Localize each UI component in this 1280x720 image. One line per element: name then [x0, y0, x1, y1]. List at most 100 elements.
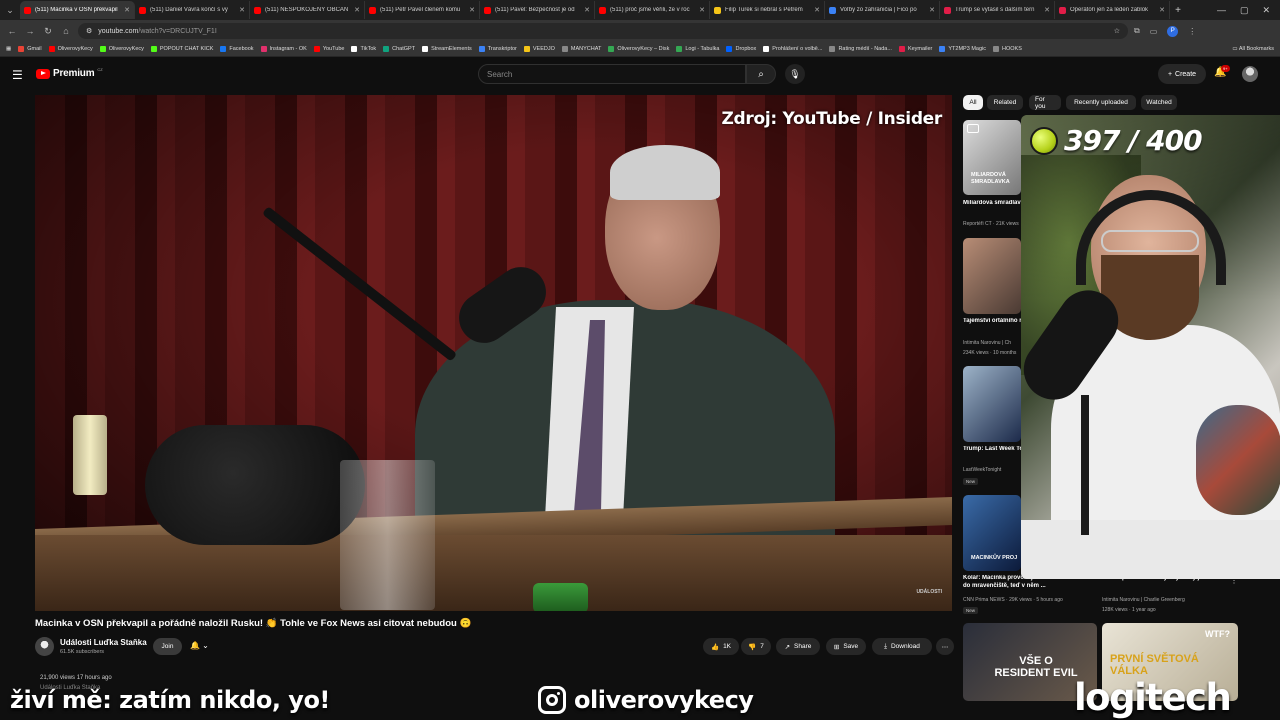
subscription-bell-icon[interactable]: 🔔 ⌄	[190, 641, 209, 650]
bookmark-item[interactable]: Logi - Tabulka	[676, 46, 719, 52]
bookmark-item[interactable]: OliverovyKecy – Disk	[608, 46, 669, 52]
bookmark-label: StreamElements	[431, 46, 472, 52]
bookmark-item[interactable]: Transkriptor	[478, 46, 517, 52]
browser-tab-strip: ⌄ (511) Macinka v OSN překvapil ✕ (511) Da…	[0, 0, 1280, 20]
tab-close-icon[interactable]: ✕	[354, 6, 360, 14]
bookmark-item[interactable]: Keymailer	[898, 46, 932, 52]
bookmark-item[interactable]: Facebook	[220, 46, 254, 52]
tab-close-icon[interactable]: ✕	[929, 6, 935, 14]
voice-search-icon[interactable]: 🎙	[785, 64, 805, 84]
related-thumbnail-3[interactable]	[963, 366, 1021, 442]
bookmark-item[interactable]: Gmail	[18, 46, 42, 52]
close-button[interactable]: ✕	[1262, 5, 1270, 16]
bookmark-item[interactable]: TikTok	[351, 46, 376, 52]
chip-all[interactable]: All	[963, 95, 983, 110]
reload-icon[interactable]: ↻	[42, 26, 54, 37]
share-button[interactable]: ↗ Share	[776, 638, 820, 655]
related-title-3[interactable]: Trump: Last Week Tonight with John Olive…	[963, 446, 1021, 454]
create-button[interactable]: + Create	[1158, 64, 1206, 84]
join-button[interactable]: Join	[153, 638, 182, 655]
browser-tab[interactable]: (511) Petr Pavel členem komu ✕	[365, 1, 480, 19]
bookmark-item[interactable]: ChatGPT	[383, 46, 415, 52]
related-thumbnail-2[interactable]	[963, 238, 1021, 314]
sidebar-icon[interactable]: ▭	[1150, 27, 1158, 36]
bookmark-item[interactable]: YT2MP3 Magic	[939, 46, 986, 52]
tab-close-icon[interactable]: ✕	[814, 6, 820, 14]
browser-tab[interactable]: Voľby zo zahraničia | Fico po ✕	[825, 1, 940, 19]
account-avatar[interactable]	[1242, 66, 1258, 82]
chip-recently-uploaded[interactable]: Recently uploaded	[1066, 95, 1136, 110]
chip-watched[interactable]: Watched	[1141, 95, 1177, 110]
browser-menu-icon[interactable]: ⋮	[1188, 27, 1196, 36]
forward-icon[interactable]: →	[24, 26, 36, 36]
browser-tab[interactable]: Operátoři jen za leden zablok ✕	[1055, 1, 1170, 19]
bookmark-label: Transkriptor	[487, 46, 517, 52]
new-tab-button[interactable]: +	[1170, 5, 1186, 16]
views-and-date: 21,900 views 17 hours ago	[40, 675, 112, 681]
browser-tab[interactable]: Filip Turek si nebral s Petrem ✕	[710, 1, 825, 19]
bookmark-item[interactable]: StreamElements	[422, 46, 472, 52]
maximize-button[interactable]: ▢	[1240, 5, 1249, 16]
browser-tab[interactable]: (511) Macinka v OSN překvapil ✕	[20, 1, 135, 19]
foreground-microphone	[145, 425, 365, 545]
browser-tab[interactable]: (511) NESPOKOJENÝ OBČAN ✕	[250, 1, 365, 19]
bookmark-item[interactable]: MANYCHAT	[561, 46, 601, 52]
browser-tab[interactable]: (511) proč jsme věřili, že v roc ✕	[595, 1, 710, 19]
bookmark-favicon-icon	[48, 46, 55, 52]
bookmark-item[interactable]: HOOKS	[993, 46, 1022, 52]
profile-avatar[interactable]: P	[1167, 25, 1179, 37]
minimize-button[interactable]: —	[1217, 5, 1226, 16]
bookmark-item[interactable]: YouTube	[313, 46, 344, 52]
site-info-icon[interactable]: ⚙	[86, 27, 92, 35]
tab-close-icon[interactable]: ✕	[1044, 6, 1050, 14]
save-button[interactable]: ⊞ Save	[826, 638, 866, 655]
bookmark-item[interactable]: Rating médií - Nada...	[829, 46, 892, 52]
like-button[interactable]: 👍 1K	[703, 638, 739, 655]
download-button[interactable]: ⤓ Download	[872, 638, 932, 655]
url-field[interactable]: ⚙ youtube.com/watch?v=DRCUJTV_F1I ☆	[78, 23, 1128, 39]
dislike-button[interactable]: 👎 7	[741, 638, 771, 655]
browser-tab[interactable]: Trump se vytasil s dalším tern ✕	[940, 1, 1055, 19]
browser-tab[interactable]: (511) Daniel Vávra končí s vý ✕	[135, 1, 250, 19]
more-icon: ⋯	[941, 643, 949, 651]
video-player[interactable]: Zdroj: YouTube / Insider UDÁLOSTI	[35, 95, 952, 611]
extensions-icon[interactable]: ⧉	[1134, 26, 1140, 36]
tab-search-icon[interactable]: ⌄	[0, 0, 20, 20]
tab-close-icon[interactable]: ✕	[699, 6, 705, 14]
tennis-ball-icon	[1030, 126, 1058, 155]
youtube-logo[interactable]: Premium CZ	[36, 67, 103, 79]
tab-close-icon[interactable]: ✕	[1159, 6, 1165, 14]
bookmark-favicon-icon	[351, 46, 358, 52]
related-title-2[interactable]: Tajemství ortálního neřeknou a proto to …	[963, 318, 1021, 326]
youtube-favicon-icon	[24, 6, 31, 14]
all-bookmarks-folder[interactable]: ▭ All Bookmarks	[1232, 46, 1274, 52]
bookmark-item[interactable]: Instagram - OK	[260, 46, 307, 52]
bookmark-star-icon[interactable]: ☆	[1114, 27, 1120, 35]
chip-for-you[interactable]: For you	[1029, 95, 1061, 110]
tab-close-icon[interactable]: ✕	[469, 6, 475, 14]
bookmark-item[interactable]: VEEDJO	[523, 46, 555, 52]
tab-close-icon[interactable]: ✕	[124, 6, 130, 14]
home-icon[interactable]: ⌂	[60, 26, 72, 36]
tab-close-icon[interactable]: ✕	[584, 6, 590, 14]
bookmark-item[interactable]: OliverovyKecy	[99, 46, 144, 52]
search-input[interactable]: Search	[478, 64, 746, 84]
plus-icon: +	[1167, 70, 1173, 78]
more-actions-button[interactable]: ⋯	[936, 638, 954, 655]
channel-avatar[interactable]	[35, 637, 54, 656]
related-thumbnail-1[interactable]: MILIARDOVÁ SMRADLAVKA	[963, 120, 1021, 195]
related-thumbnail-4[interactable]: MACINKŮV PROJ	[963, 495, 1021, 571]
tab-close-icon[interactable]: ✕	[239, 6, 245, 14]
apps-grid-icon[interactable]: ▦	[6, 46, 11, 52]
back-icon[interactable]: ←	[6, 26, 18, 36]
bookmark-item[interactable]: OliverovyKecy	[48, 46, 93, 52]
hamburger-menu-icon[interactable]: ☰	[12, 68, 23, 82]
bookmark-item[interactable]: POPOUT CHAT KICK	[150, 46, 213, 52]
bookmark-item[interactable]: Dropbox	[726, 46, 756, 52]
chip-related[interactable]: Related	[987, 95, 1023, 110]
browser-tab[interactable]: (511) Pavel: Bezpečnost je od ✕	[480, 1, 595, 19]
search-button[interactable]: ⌕	[746, 64, 776, 84]
bookmark-item[interactable]: Prohlášení o volbě...	[763, 46, 822, 52]
channel-name[interactable]: Události Luďka Staňka	[60, 638, 147, 647]
related-title-1[interactable]: Miliardová smradlavka: slovenská vláda f…	[963, 200, 1021, 208]
